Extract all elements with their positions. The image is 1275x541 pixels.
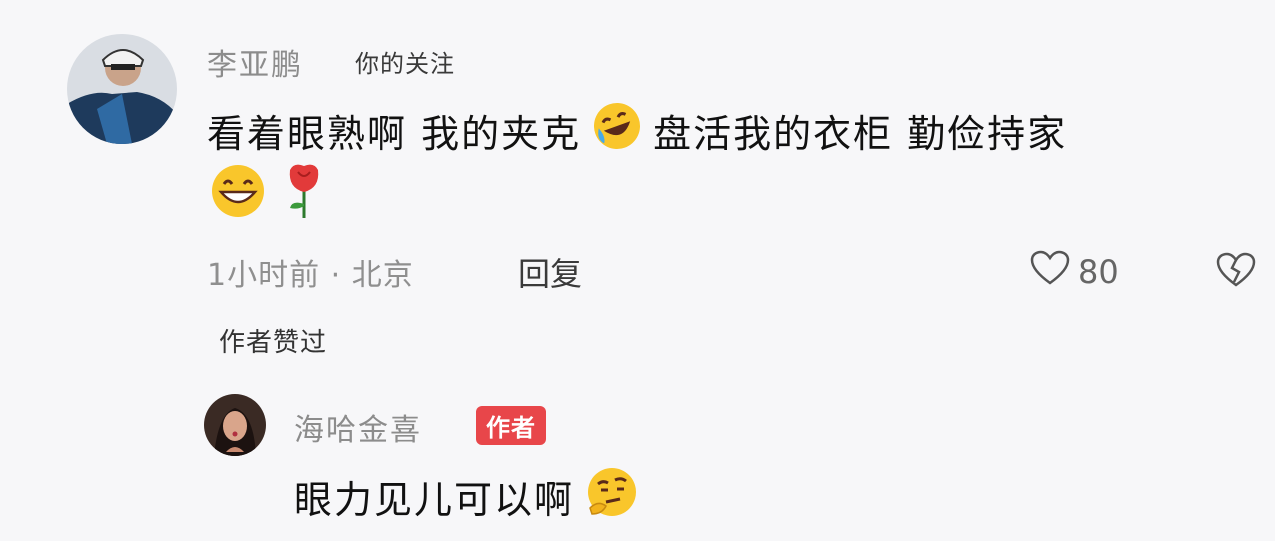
avatar[interactable] [67,34,177,144]
laugh-tears-emoji-icon [591,100,643,161]
grin-emoji-icon [209,162,267,224]
reply-button[interactable]: 回复 [518,249,582,295]
reply-avatar[interactable] [204,394,266,456]
author-liked-badge: 作者赞过 [219,328,328,358]
heart-icon [1030,250,1070,294]
thinking-emoji-icon [584,464,640,529]
comment-meta: 1小时前 · 北京 [207,258,414,293]
like-count: 80 [1078,253,1119,291]
author-tag: 作者 [476,406,546,445]
comment-username[interactable]: 李亚鹏 [207,40,303,84]
comment-text: 看着眼熟啊 我的夹克 盘活我的衣柜 勤俭持家 [207,100,1067,161]
reply-text-content: 眼力见儿可以啊 [294,478,575,522]
follow-label: 你的关注 [355,50,455,78]
dislike-icon[interactable] [1216,252,1256,292]
reply-username[interactable]: 海哈金喜 [294,405,422,449]
comment-text-part1: 看着眼熟啊 我的夹克 [207,112,582,156]
like-button[interactable]: 80 [1030,250,1119,294]
comment-text-part2: 盘活我的衣柜 勤俭持家 [653,112,1068,156]
reply-text: 眼力见儿可以啊 [294,464,650,529]
rose-emoji-icon [284,160,324,224]
